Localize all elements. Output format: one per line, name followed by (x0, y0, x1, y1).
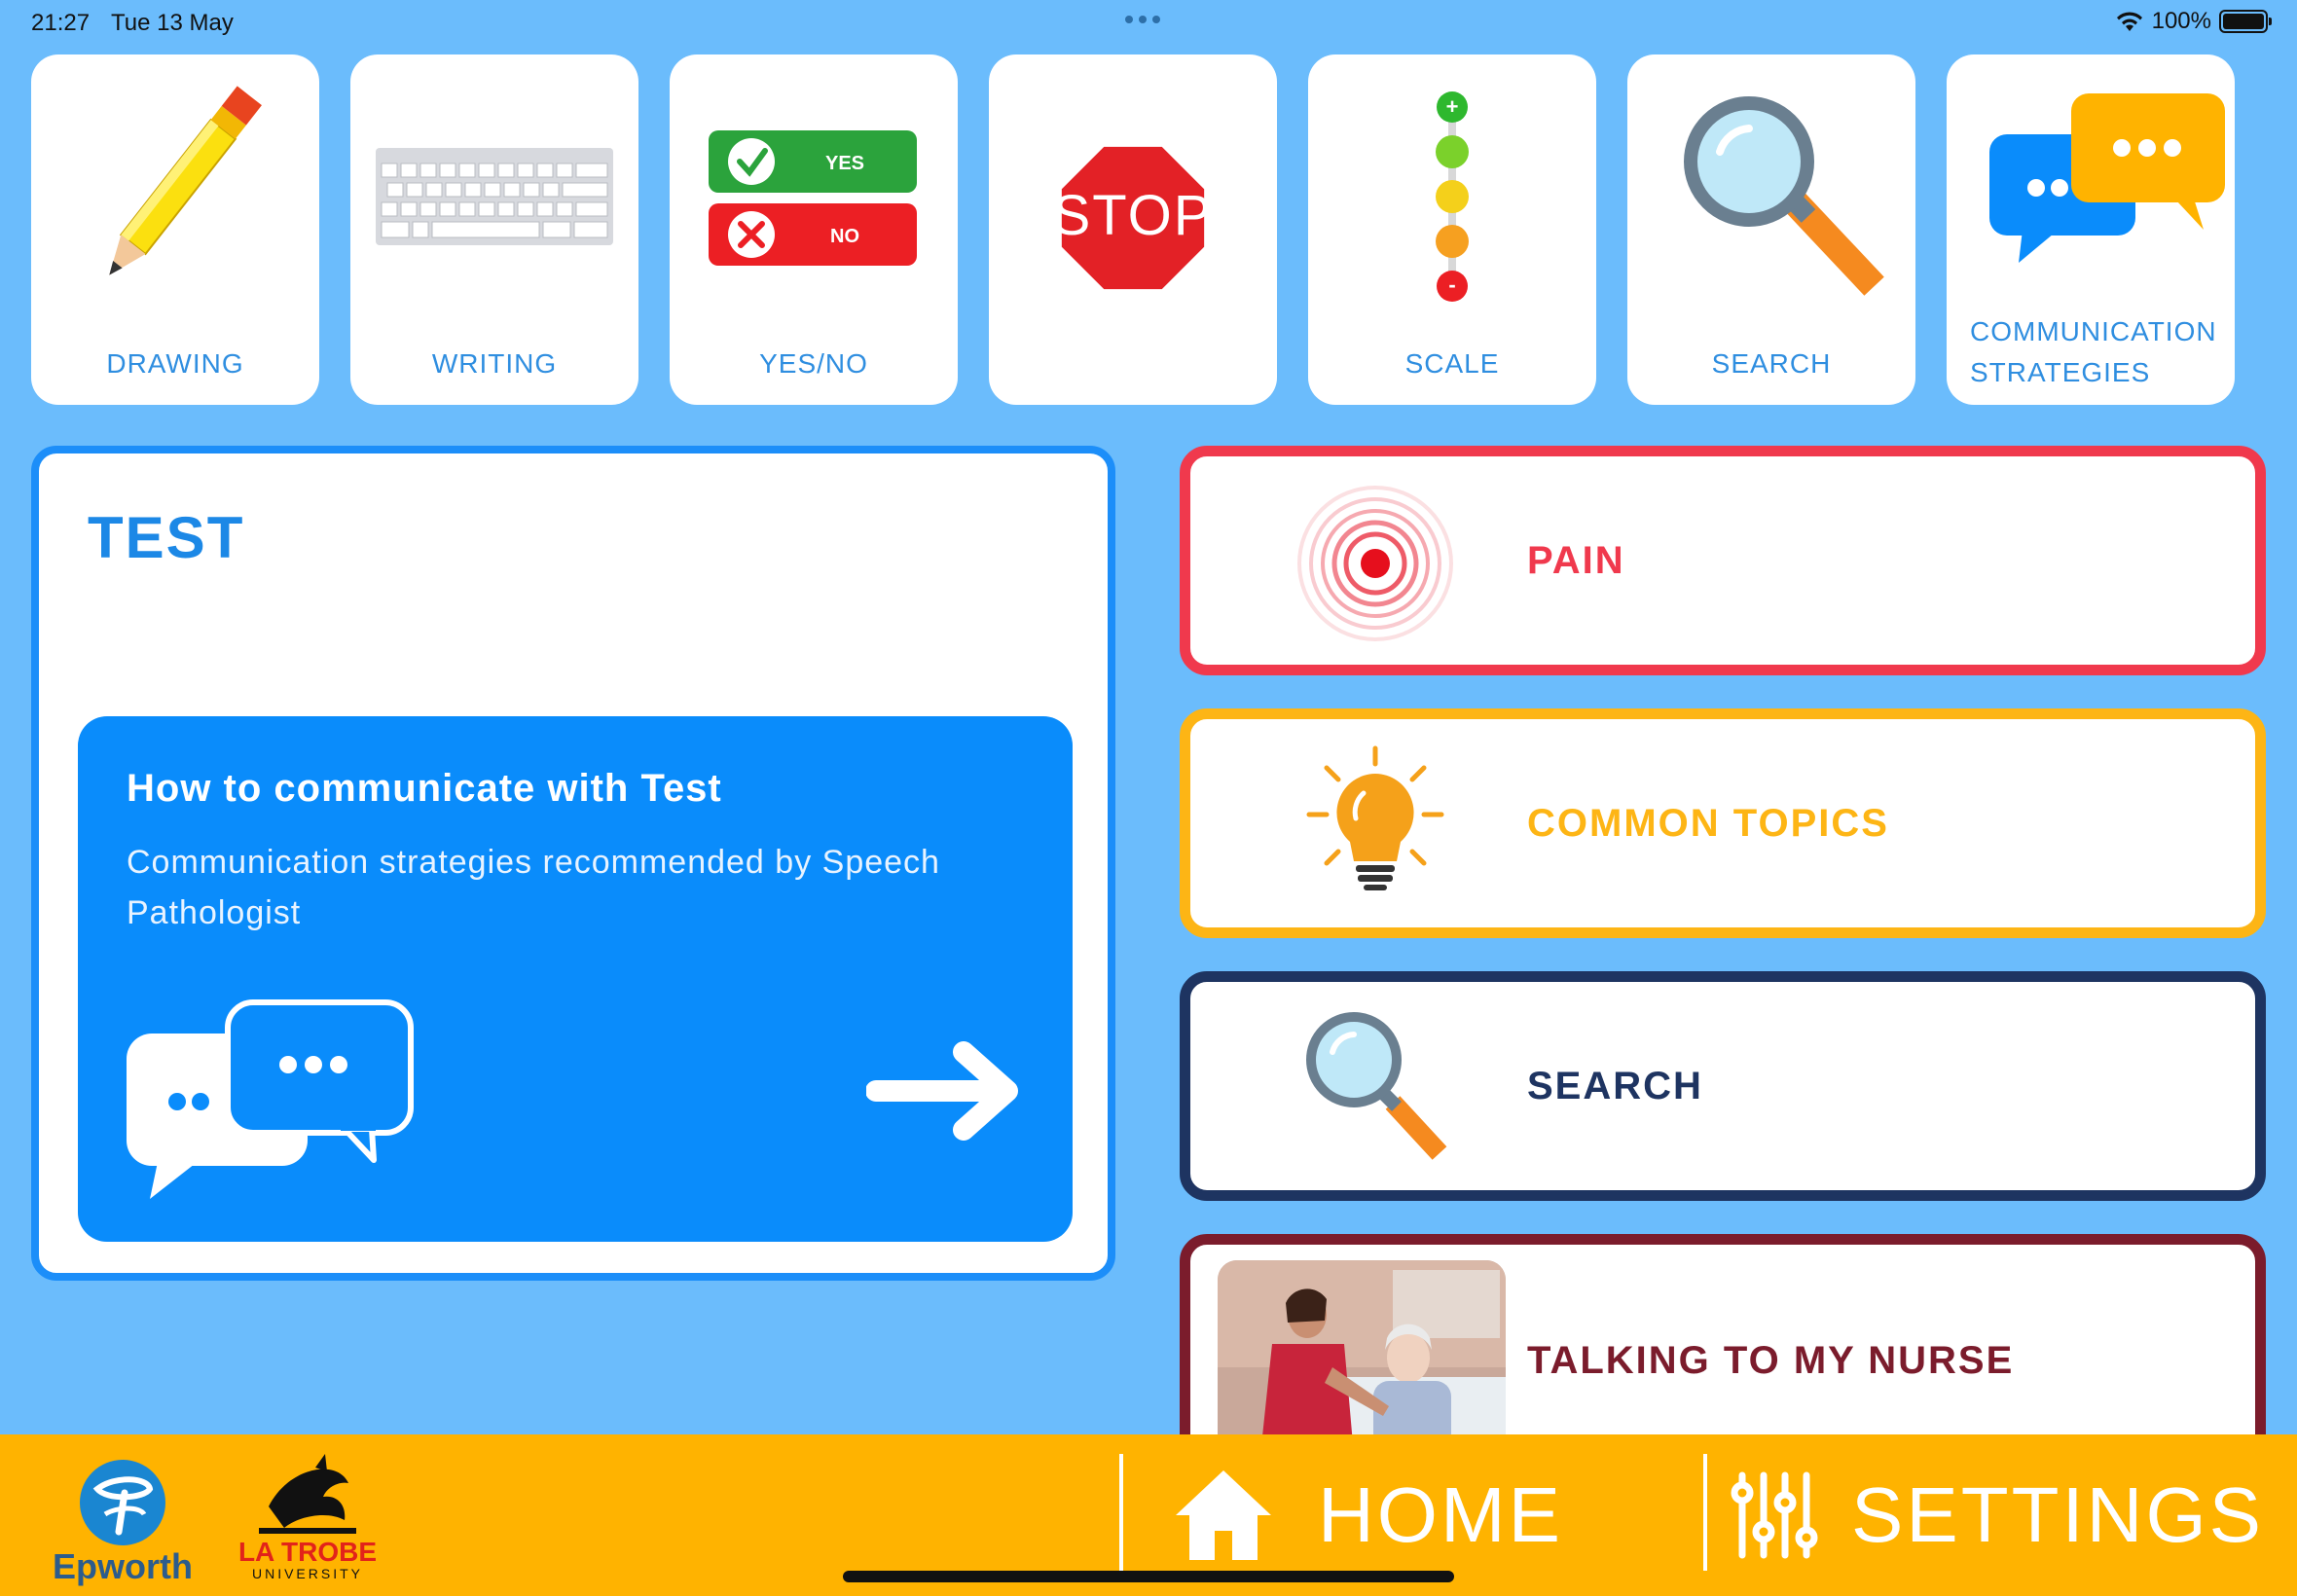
tile-label: WRITING (431, 348, 558, 379)
status-time: 21:27 (31, 10, 91, 36)
yes-no-icon: YES NO (709, 130, 917, 266)
epworth-logo: Epworth (53, 1460, 193, 1586)
divider (1703, 1454, 1707, 1571)
scale-icon: + - (1436, 91, 1469, 302)
category-pain[interactable]: PAIN (1180, 446, 2266, 675)
home-icon (1176, 1470, 1271, 1560)
patient-card: TEST How to communicate with Test Commun… (31, 446, 1115, 1281)
svg-text:-: - (1448, 272, 1455, 297)
tile-communication-strategies[interactable]: COMMUNICATION STRATEGIES (1947, 54, 2235, 405)
svg-text:Epworth: Epworth (53, 1546, 193, 1586)
tile-scale[interactable]: + - SCALE (1308, 54, 1596, 405)
comm-card-title: How to communicate with Test (127, 767, 722, 810)
patient-name: TEST (88, 505, 245, 570)
tile-label: SCALE (1404, 348, 1500, 379)
arrow-right-icon (866, 1041, 1018, 1141)
keyboard-icon (376, 148, 613, 245)
tile-yes-no[interactable]: YES NO YES/NO (670, 54, 958, 405)
comm-card-description: Communication strategies recommended by … (127, 844, 940, 931)
settings-label: SETTINGS (1851, 1471, 2265, 1558)
magnifier-icon (1684, 96, 1884, 296)
wifi-icon (2116, 12, 2142, 31)
category-label: PAIN (1527, 538, 1625, 582)
svg-text:LA TROBE: LA TROBE (238, 1537, 377, 1567)
multitasking-dots-icon[interactable] (1125, 16, 1160, 23)
svg-text:UNIVERSITY: UNIVERSITY (252, 1566, 363, 1581)
category-label: COMMON TOPICS (1527, 801, 1889, 845)
magnifier-icon (1306, 1012, 1447, 1160)
tile-label: SEARCH (1711, 348, 1832, 379)
category-label: SEARCH (1527, 1064, 1703, 1107)
battery-icon (2219, 10, 2272, 33)
chat-bubbles-icon (127, 999, 414, 1199)
sliders-icon (1731, 1471, 1818, 1559)
yes-text: YES (825, 153, 864, 174)
tile-writing[interactable]: WRITING (350, 54, 638, 405)
divider (1119, 1454, 1123, 1571)
status-bar: 21:27 Tue 13 May 100% (0, 0, 2297, 47)
svg-text:+: + (1446, 94, 1459, 119)
lightbulb-icon (1306, 745, 1444, 890)
settings-button[interactable]: SETTINGS (1729, 1434, 2264, 1596)
tile-stop[interactable]: STOP (989, 54, 1277, 405)
chat-bubbles-icon (1989, 93, 2225, 263)
stop-sign-icon: STOP (1053, 142, 1214, 294)
tool-tiles: DRAWING WRITING YES NO YES/NO STOP + - S… (31, 54, 2235, 405)
pain-target-icon (1297, 486, 1453, 641)
category-search[interactable]: SEARCH (1180, 971, 2266, 1201)
tile-label: YES/NO (759, 348, 868, 379)
tile-search[interactable]: SEARCH (1627, 54, 1915, 405)
tile-drawing[interactable]: DRAWING (31, 54, 319, 405)
la-trobe-logo: LA TROBE UNIVERSITY (238, 1454, 377, 1581)
no-text: NO (830, 226, 859, 247)
stop-text: STOP (1053, 184, 1214, 247)
tile-label: COMMUNICATION STRATEGIES (1970, 316, 2217, 387)
nurse-photo (1218, 1260, 1506, 1455)
battery-percent: 100% (2151, 8, 2211, 34)
home-label: HOME (1318, 1471, 1563, 1558)
communication-strategies-card[interactable]: How to communicate with Test Communicati… (78, 716, 1073, 1242)
tile-label: DRAWING (106, 348, 244, 379)
pencil-icon (109, 86, 262, 275)
category-common-topics[interactable]: COMMON TOPICS (1180, 708, 2266, 938)
status-date: Tue 13 May (111, 10, 234, 36)
home-indicator[interactable] (843, 1571, 1454, 1582)
